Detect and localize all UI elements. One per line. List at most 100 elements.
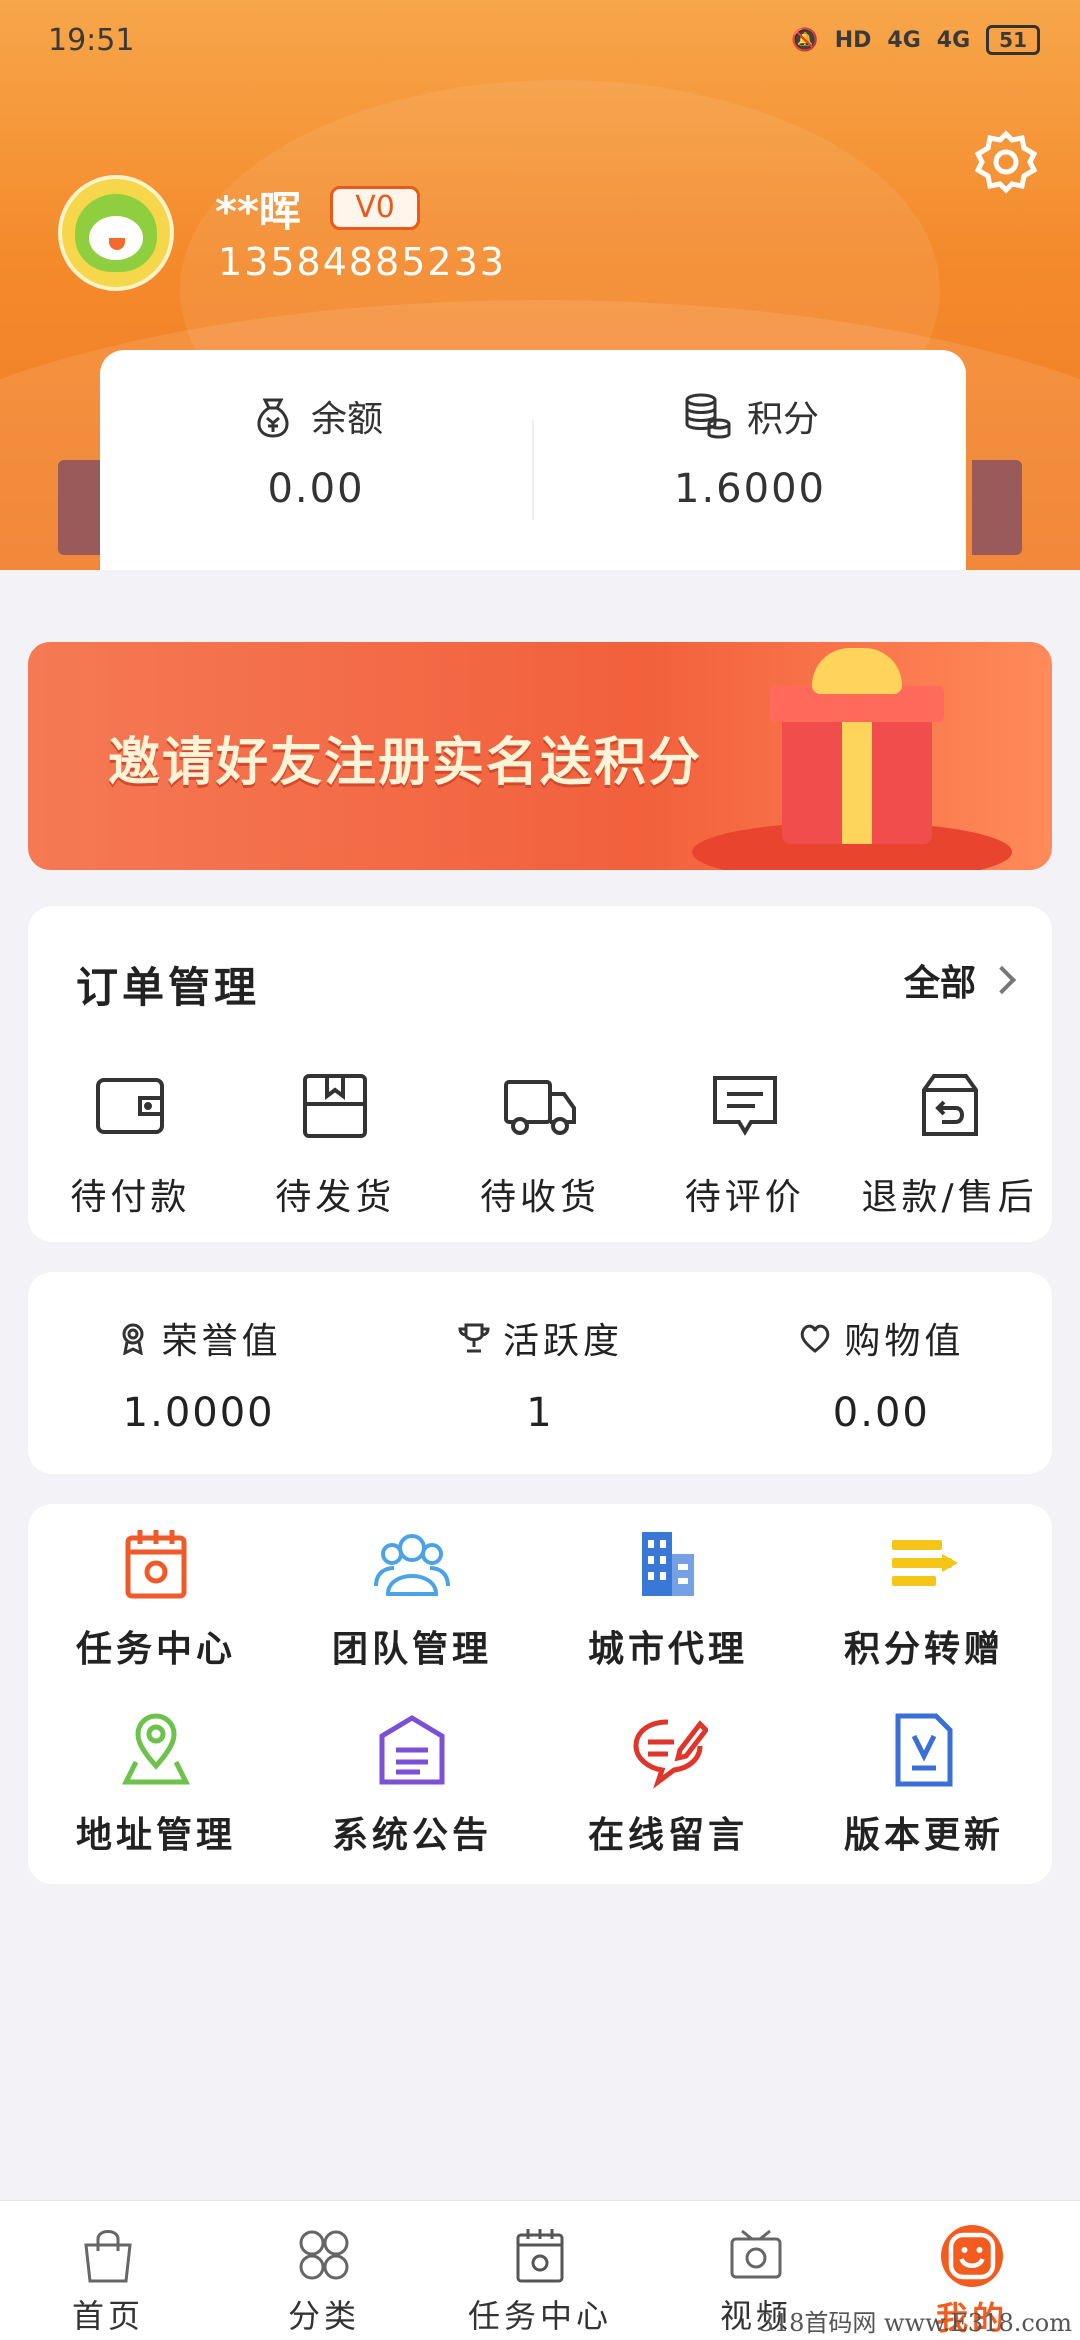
chevron-right-icon bbox=[987, 965, 1017, 995]
trophy-icon bbox=[458, 1323, 490, 1353]
services-grid: 任务中心 团队管理 城市代理 积分转赠 地址管理 系统公告 在线留言 版本更新 bbox=[28, 1524, 1052, 1858]
wallet-icon bbox=[96, 1078, 165, 1134]
heart-icon bbox=[801, 1324, 830, 1353]
truck-icon bbox=[503, 1080, 576, 1135]
username: **晖 bbox=[215, 187, 301, 236]
location-icon bbox=[121, 1713, 191, 1785]
profile-header: 19:51 🔕 HD 4G 4G 51 **晖 V0 13584885233 余… bbox=[0, 0, 1080, 570]
coins-stack-icon bbox=[685, 393, 731, 439]
service-version-update[interactable]: 版本更新 bbox=[796, 1710, 1052, 1858]
service-label: 积分转赠 bbox=[843, 1629, 1004, 1670]
stat-label: 购物值 bbox=[844, 1321, 965, 1362]
service-label: 版本更新 bbox=[843, 1815, 1004, 1856]
team-icon bbox=[374, 1534, 450, 1596]
gift-box-icon bbox=[782, 704, 932, 844]
status-time: 19:51 bbox=[48, 22, 135, 58]
building-icon bbox=[642, 1532, 694, 1596]
return-icon bbox=[921, 1074, 978, 1136]
nav-label: 任务中心 bbox=[467, 2297, 612, 2335]
stat-label: 荣誉值 bbox=[161, 1321, 282, 1362]
nav-category[interactable]: 分类 bbox=[216, 2201, 432, 2340]
service-team[interactable]: 团队管理 bbox=[284, 1524, 540, 1672]
service-label: 在线留言 bbox=[587, 1815, 748, 1856]
grid-icon bbox=[299, 2230, 349, 2280]
task-calendar-icon bbox=[125, 1530, 187, 1599]
transfer-icon bbox=[892, 1540, 958, 1586]
service-address[interactable]: 地址管理 bbox=[28, 1710, 284, 1858]
medal-icon bbox=[122, 1323, 144, 1355]
service-label: 城市代理 bbox=[587, 1629, 748, 1670]
order-pending-receipt[interactable]: 待收货 bbox=[438, 1066, 643, 1220]
invite-banner[interactable]: 邀请好友注册实名送积分 bbox=[28, 642, 1052, 870]
orders-title: 订单管理 bbox=[76, 963, 261, 1012]
service-task-center[interactable]: 任务中心 bbox=[28, 1524, 284, 1672]
points-value: 1.6000 bbox=[674, 466, 826, 512]
service-announcement[interactable]: 系统公告 bbox=[284, 1710, 540, 1858]
stat-shopping[interactable]: 购物值 0.00 bbox=[711, 1272, 1052, 1474]
money-bag-icon bbox=[257, 398, 289, 438]
stat-value: 0.00 bbox=[832, 1390, 930, 1436]
stats-card: 荣誉值 1.0000 活跃度 1 购物值 0.00 bbox=[28, 1272, 1052, 1474]
balance-card: 余额 0.00 积分 1.6000 bbox=[100, 350, 966, 570]
network-4g-1: 4G bbox=[887, 27, 921, 53]
order-status-row: 待付款 待发货 待收货 待评价 退款/售后 bbox=[28, 1066, 1052, 1220]
nav-task-center[interactable]: 任务中心 bbox=[432, 2201, 648, 2340]
bottom-navigation: 首页 分类 任务中心 视频 我的 318首码网 www.E318.com bbox=[0, 2200, 1080, 2340]
smile-face-glyph bbox=[948, 2232, 996, 2280]
watermark: 318首码网 www.E318.com bbox=[758, 2309, 1072, 2337]
shopping-bag-icon bbox=[84, 2230, 132, 2283]
order-label: 待评价 bbox=[684, 1177, 805, 1218]
avatar[interactable] bbox=[58, 175, 174, 291]
service-points-transfer[interactable]: 积分转赠 bbox=[796, 1524, 1052, 1672]
box-icon bbox=[303, 1074, 368, 1138]
nav-label: 首页 bbox=[71, 2297, 144, 2335]
network-4g-2: 4G bbox=[936, 27, 971, 53]
service-message[interactable]: 在线留言 bbox=[540, 1710, 796, 1858]
order-pending-review[interactable]: 待评价 bbox=[642, 1066, 847, 1220]
nav-home[interactable]: 首页 bbox=[0, 2201, 216, 2340]
points-label: 积分 bbox=[746, 399, 819, 440]
balance-item[interactable]: 余额 0.00 bbox=[100, 350, 532, 570]
gift-bow bbox=[812, 648, 902, 694]
smile-icon bbox=[941, 2225, 1003, 2287]
status-bar: 19:51 🔕 HD 4G 4G 51 bbox=[48, 18, 1040, 62]
stat-honor[interactable]: 荣誉值 1.0000 bbox=[28, 1272, 369, 1474]
order-label: 退款/售后 bbox=[861, 1177, 1038, 1218]
balance-label: 余额 bbox=[310, 399, 383, 440]
gear-icon[interactable] bbox=[974, 130, 1038, 194]
notice-icon bbox=[379, 1715, 445, 1785]
video-icon bbox=[730, 2229, 782, 2279]
nav-label: 分类 bbox=[287, 2297, 360, 2335]
task-calendar-icon bbox=[516, 2229, 564, 2283]
comment-icon bbox=[712, 1076, 777, 1136]
hd-badge: HD bbox=[834, 27, 872, 53]
status-icons: 🔕 HD 4G 4G 51 bbox=[791, 25, 1040, 55]
document-icon bbox=[895, 1713, 953, 1787]
service-label: 系统公告 bbox=[331, 1815, 492, 1856]
mute-icon: 🔕 bbox=[791, 27, 819, 53]
order-pending-shipment[interactable]: 待发货 bbox=[233, 1066, 438, 1220]
avatar-image bbox=[75, 194, 157, 272]
order-label: 待收货 bbox=[479, 1177, 600, 1218]
service-label: 团队管理 bbox=[331, 1629, 492, 1670]
order-pending-payment[interactable]: 待付款 bbox=[28, 1066, 233, 1220]
service-city-agent[interactable]: 城市代理 bbox=[540, 1524, 796, 1672]
stat-value: 1.0000 bbox=[122, 1390, 275, 1436]
phone-number: 13584885233 bbox=[218, 240, 506, 284]
service-label: 地址管理 bbox=[75, 1815, 236, 1856]
order-management-card: 订单管理 全部 待付款 待发货 待收货 待评价 退款/售后 bbox=[28, 906, 1052, 1242]
balance-value: 0.00 bbox=[267, 466, 365, 512]
order-refund[interactable]: 退款/售后 bbox=[847, 1066, 1052, 1220]
battery-indicator: 51 bbox=[986, 25, 1040, 55]
view-all-label: 全部 bbox=[903, 963, 976, 1004]
points-item[interactable]: 积分 1.6000 bbox=[534, 350, 966, 570]
service-label: 任务中心 bbox=[75, 1629, 236, 1670]
card-decoration bbox=[972, 460, 1022, 555]
message-icon bbox=[633, 1719, 708, 1789]
view-all-orders-link[interactable]: 全部 bbox=[903, 954, 1017, 1006]
stat-label: 活跃度 bbox=[502, 1321, 623, 1362]
stat-value: 1 bbox=[526, 1390, 554, 1436]
services-card: 任务中心 团队管理 城市代理 积分转赠 地址管理 系统公告 在线留言 版本更新 bbox=[28, 1504, 1052, 1884]
stat-activity[interactable]: 活跃度 1 bbox=[369, 1272, 710, 1474]
order-label: 待发货 bbox=[275, 1177, 396, 1218]
